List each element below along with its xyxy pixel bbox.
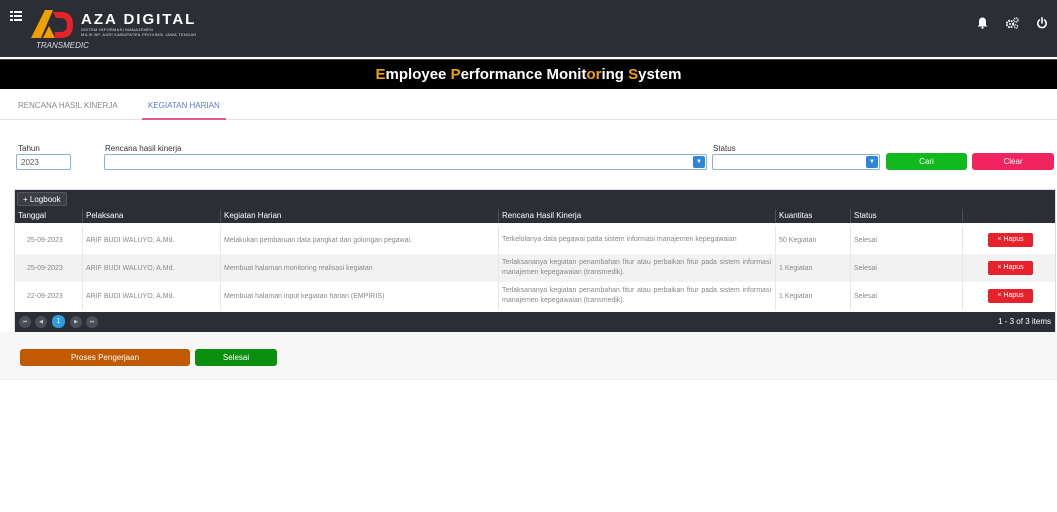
column-header[interactable]: Rencana Hasil Kinerja bbox=[498, 209, 775, 223]
cell-rencana: Terlaksananya kegiatan penambahan fitur … bbox=[498, 254, 775, 282]
page-title-part: ing bbox=[601, 66, 629, 83]
column-header[interactable]: Tanggal bbox=[15, 209, 82, 223]
aza-digital-logo bbox=[31, 8, 75, 38]
cell-tanggal: 25-09-2023 bbox=[27, 264, 63, 272]
rencana-label: Rencana hasil kinerja bbox=[105, 144, 182, 153]
column-header[interactable]: Kegiatan Harian bbox=[220, 209, 498, 223]
cell-rencana: Terkelolanya data pegawai pada sistem in… bbox=[498, 226, 775, 254]
hapus-button[interactable]: × Hapus bbox=[988, 289, 1033, 303]
cell-kegiatan: Membuat halaman monitoring realisasi keg… bbox=[220, 254, 498, 282]
grid-pager: ⏮ ◀ 1 ▶ ⏭ 1 - 3 of 3 items bbox=[15, 312, 1055, 332]
rencana-dropdown-icon[interactable]: ▼ bbox=[693, 156, 705, 168]
brand-tagline: TRANSMEDIC bbox=[36, 41, 89, 50]
cell-tanggal: 22-09-2023 bbox=[27, 292, 63, 300]
cell-kuantitas: 1 Kegiatan bbox=[775, 282, 850, 310]
hapus-button[interactable]: × Hapus bbox=[988, 233, 1033, 247]
page-title-part: or bbox=[586, 66, 602, 83]
table-row[interactable]: 22-09-2023 ARIF BUDI WALUYO, A.Md. Membu… bbox=[15, 282, 1055, 310]
page-title: Employee Performance Monitoring System bbox=[0, 59, 1057, 89]
top-icons bbox=[975, 16, 1049, 30]
page-title-part: E bbox=[375, 66, 386, 83]
tab-kegiatan-harian[interactable]: KEGIATAN HARIAN bbox=[142, 101, 226, 120]
grid-header: Tanggal Pelaksana Kegiatan Harian Rencan… bbox=[15, 209, 1055, 223]
bell-icon[interactable] bbox=[975, 16, 989, 30]
cell-kegiatan: Melakukan pembaruan data pangkat dan gol… bbox=[220, 226, 498, 254]
brand-title: AZA DIGITAL bbox=[81, 11, 197, 28]
tab-bar: RENCANA HASIL KINERJA KEGIATAN HARIAN bbox=[0, 96, 1057, 120]
cell-pelaksana: ARIF BUDI WALUYO, A.Md. bbox=[82, 254, 220, 282]
brand-subtitle: SISTEM INFORMASI MANAJEMEN MILIK BP. ASR… bbox=[81, 27, 197, 37]
cogs-icon[interactable] bbox=[1005, 16, 1019, 30]
column-header[interactable]: Kuantitas bbox=[775, 209, 850, 223]
table-row[interactable]: 25-09-2023 ARIF BUDI WALUYO, A.Md. Membu… bbox=[15, 254, 1055, 282]
cell-kuantitas: 1 Kegiatan bbox=[775, 254, 850, 282]
page-title-part: P bbox=[450, 66, 461, 83]
cell-kegiatan: Membuat halaman input kegiatan harian (E… bbox=[220, 282, 498, 310]
selesai-button[interactable]: Selesai bbox=[195, 349, 277, 366]
column-header bbox=[962, 209, 1055, 223]
add-logbook-button[interactable]: + Logbook bbox=[17, 192, 67, 206]
tab-rencana-hasil-kinerja[interactable]: RENCANA HASIL KINERJA bbox=[18, 101, 118, 118]
pager-info: 1 - 3 of 3 items bbox=[998, 317, 1051, 326]
status-label: Status bbox=[713, 144, 736, 153]
page-title-part: mployee bbox=[385, 66, 451, 83]
top-bar: AZA DIGITAL SISTEM INFORMASI MANAJEMEN M… bbox=[0, 0, 1057, 57]
menu-grid-icon[interactable] bbox=[10, 11, 22, 21]
prev-page-icon[interactable]: ◀ bbox=[35, 316, 47, 328]
status-select[interactable] bbox=[712, 154, 880, 170]
cell-rencana: Terlaksananya kegiatan penambahan fitur … bbox=[498, 282, 775, 310]
page-title-part: erformance bbox=[460, 66, 547, 83]
cell-status: Selesai bbox=[850, 226, 962, 254]
cell-status: Selesai bbox=[850, 254, 962, 282]
hapus-button[interactable]: × Hapus bbox=[988, 261, 1033, 275]
cell-pelaksana: ARIF BUDI WALUYO, A.Md. bbox=[82, 226, 220, 254]
power-icon[interactable] bbox=[1035, 16, 1049, 30]
cell-kuantitas: 50 Kegiatan bbox=[775, 226, 850, 254]
cell-pelaksana: ARIF BUDI WALUYO, A.Md. bbox=[82, 282, 220, 310]
page-title-part: ystem bbox=[638, 66, 682, 83]
clear-button[interactable]: Clear bbox=[972, 153, 1054, 170]
last-page-icon[interactable]: ⏭ bbox=[86, 316, 98, 328]
cell-tanggal: 25-09-2023 bbox=[27, 236, 63, 244]
first-page-icon[interactable]: ⏮ bbox=[19, 316, 31, 328]
cari-button[interactable]: Cari bbox=[886, 153, 967, 170]
tahun-input[interactable]: 2023 bbox=[16, 154, 71, 170]
column-header[interactable]: Pelaksana bbox=[82, 209, 220, 223]
rencana-select[interactable] bbox=[104, 154, 707, 170]
page-title-part: S bbox=[628, 66, 639, 83]
tahun-label: Tahun bbox=[18, 144, 40, 153]
proses-pengerjaan-button[interactable]: Proses Pengerjaan bbox=[20, 349, 190, 366]
status-dropdown-icon[interactable]: ▼ bbox=[866, 156, 878, 168]
action-area: Proses Pengerjaan Selesai bbox=[0, 332, 1057, 380]
page-number-current[interactable]: 1 bbox=[52, 315, 65, 328]
column-header[interactable]: Status bbox=[850, 209, 962, 223]
page-title-part: Monit bbox=[546, 66, 587, 83]
next-page-icon[interactable]: ▶ bbox=[70, 316, 82, 328]
table-row[interactable]: 25-09-2023 ARIF BUDI WALUYO, A.Md. Melak… bbox=[15, 226, 1055, 254]
grid-toolbar: + Logbook bbox=[15, 190, 1055, 209]
cell-status: Selesai bbox=[850, 282, 962, 310]
kegiatan-grid: + Logbook Tanggal Pelaksana Kegiatan Har… bbox=[14, 189, 1056, 332]
